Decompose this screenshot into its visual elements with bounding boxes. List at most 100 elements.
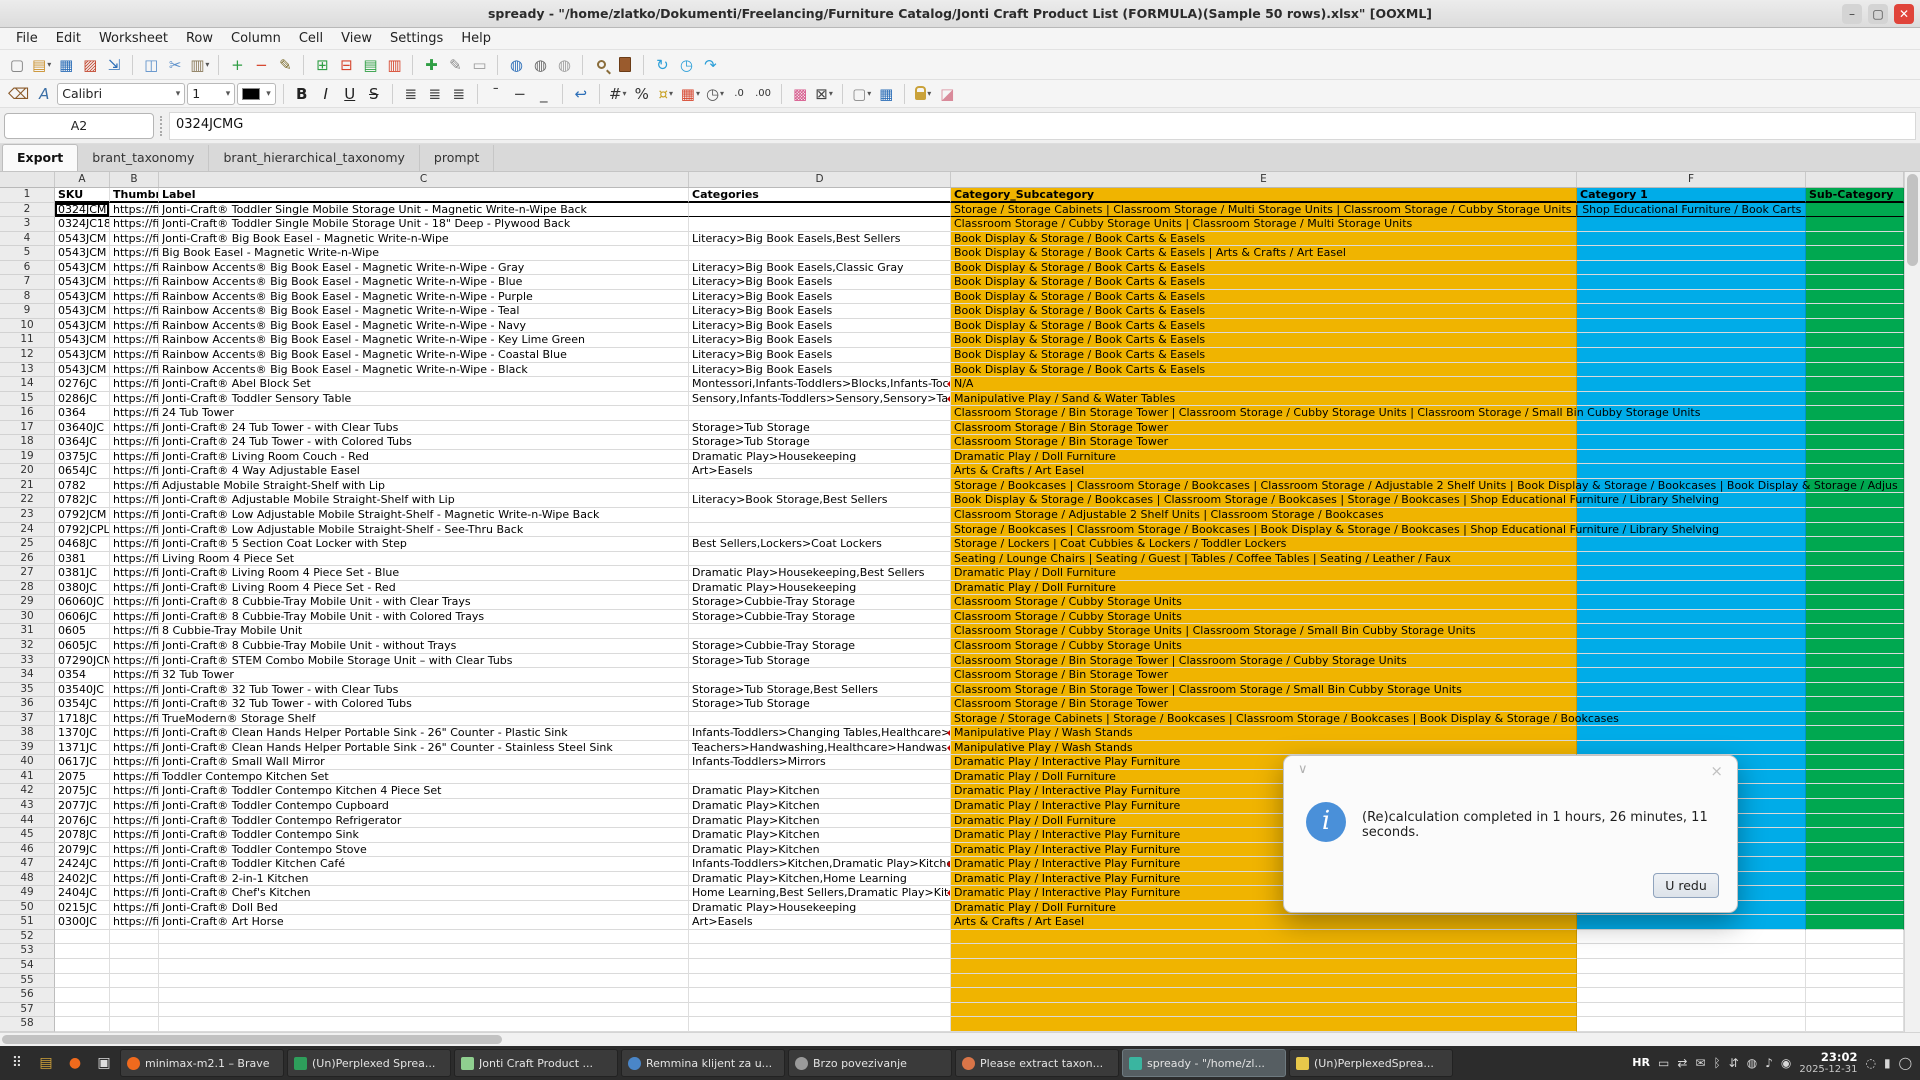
- grid-cell[interactable]: Rainbow Accents® Big Book Easel - Magnet…: [159, 333, 689, 348]
- grid-cell[interactable]: 0654JC: [55, 464, 110, 479]
- wrap-text-icon[interactable]: ↩: [570, 83, 592, 105]
- grid-cell[interactable]: Jonti-Craft® 8 Cubbie-Tray Mobile Unit -…: [159, 595, 689, 610]
- screenshot-icon[interactable]: ◉: [1781, 1056, 1791, 1070]
- grid-cell[interactable]: https://fil: [110, 901, 159, 916]
- grid-cell[interactable]: Rainbow Accents® Big Book Easel - Magnet…: [159, 319, 689, 334]
- grid-cell[interactable]: [1577, 217, 1806, 232]
- exit-icon[interactable]: [614, 54, 636, 76]
- grid-cell[interactable]: [1806, 1017, 1904, 1032]
- app-menu-icon[interactable]: ⠿: [4, 1050, 30, 1076]
- grid-cell[interactable]: Jonti-Craft® Abel Block Set: [159, 377, 689, 392]
- taskbar-window-spreadsheet-window-1[interactable]: (Un)Perplexed Sprea...: [287, 1049, 451, 1077]
- grid-cell[interactable]: [1806, 333, 1904, 348]
- remove-hyperlink-icon[interactable]: ◍: [553, 54, 575, 76]
- grid-cell[interactable]: Jonti-Craft® Art Horse: [159, 915, 689, 930]
- grid-cell[interactable]: [1806, 348, 1904, 363]
- grid-cell[interactable]: Jonti-Craft® Clean Hands Helper Portable…: [159, 726, 689, 741]
- grid-cell[interactable]: 0300JC: [55, 915, 110, 930]
- grid-cell[interactable]: https://fil: [110, 275, 159, 290]
- row-header[interactable]: 20: [0, 464, 55, 479]
- grid-cell[interactable]: [1577, 348, 1806, 363]
- grid-cell[interactable]: Jonti-Craft® 8 Cubbie-Tray Mobile Unit -…: [159, 639, 689, 654]
- grid-cell[interactable]: Jonti-Craft® Big Book Easel - Magnetic W…: [159, 232, 689, 247]
- grid-cell[interactable]: Dramatic Play / Doll Furniture: [951, 450, 1577, 465]
- grid-cell[interactable]: [1577, 959, 1806, 974]
- dialog-close-icon[interactable]: ×: [1710, 762, 1723, 780]
- grid-cell[interactable]: 0375JC: [55, 450, 110, 465]
- grid-cell[interactable]: [1577, 232, 1806, 247]
- grid-cell[interactable]: [1806, 959, 1904, 974]
- grid-cell[interactable]: [1806, 639, 1904, 654]
- grid-cell[interactable]: Jonti-Craft® Toddler Single Mobile Stora…: [159, 203, 689, 218]
- row-header[interactable]: 29: [0, 595, 55, 610]
- grid-cell[interactable]: 1718JC: [55, 712, 110, 727]
- add-comment-icon[interactable]: ✚: [420, 54, 442, 76]
- grid-cell[interactable]: [1577, 508, 1806, 523]
- italic-icon[interactable]: I: [315, 83, 337, 105]
- grid-cell[interactable]: [1806, 610, 1904, 625]
- row-header[interactable]: 13: [0, 363, 55, 378]
- recalculate-icon[interactable]: ◷: [675, 54, 697, 76]
- grid-cell[interactable]: https://fil: [110, 886, 159, 901]
- grid-cell[interactable]: Sensory,Infants-Toddlers>Sensory,Sensory…: [689, 392, 951, 407]
- grid-cell[interactable]: [1806, 246, 1904, 261]
- grid-cell[interactable]: Book Display & Storage / Bookcases | Cla…: [951, 493, 1577, 508]
- grid-cell[interactable]: [1806, 493, 1904, 508]
- row-header[interactable]: 9: [0, 304, 55, 319]
- row-header[interactable]: 33: [0, 654, 55, 669]
- grid-cell[interactable]: Rainbow Accents® Big Book Easel - Magnet…: [159, 275, 689, 290]
- grid-cell[interactable]: [951, 988, 1577, 1003]
- grid-cell[interactable]: Storage>Tub Storage: [689, 697, 951, 712]
- grid-cell[interactable]: [1806, 1003, 1904, 1018]
- keyboard-layout-indicator[interactable]: HR: [1632, 1056, 1650, 1069]
- grid-cell[interactable]: [1806, 566, 1904, 581]
- grid-cell[interactable]: [110, 974, 159, 989]
- cut-icon[interactable]: ✂: [164, 54, 186, 76]
- grid-cell[interactable]: https://fil: [110, 624, 159, 639]
- grid-cell[interactable]: [689, 406, 951, 421]
- battery-icon[interactable]: ▮: [1884, 1056, 1891, 1070]
- sheet-tab-brant_taxonomy[interactable]: brant_taxonomy: [78, 145, 209, 171]
- grid-cell[interactable]: https://fil: [110, 828, 159, 843]
- grid-cell[interactable]: 0215JC: [55, 901, 110, 916]
- grid-cell[interactable]: [1806, 435, 1904, 450]
- grid-cell[interactable]: [1577, 988, 1806, 1003]
- strikethrough-icon[interactable]: S: [363, 83, 385, 105]
- grid-cell[interactable]: Storage>Tub Storage: [689, 654, 951, 669]
- row-header[interactable]: 55: [0, 974, 55, 989]
- grid-cell[interactable]: Jonti-Craft® Chef's Kitchen: [159, 886, 689, 901]
- grid-cell[interactable]: Arts & Crafts / Art Easel: [951, 915, 1577, 930]
- row-header[interactable]: 40: [0, 755, 55, 770]
- delete-worksheet-icon[interactable]: ⊟: [335, 54, 357, 76]
- grid-cell[interactable]: Storage / Lockers | Coat Cubbies & Locke…: [951, 537, 1577, 552]
- grid-cell[interactable]: 2404JC: [55, 886, 110, 901]
- grid-cell[interactable]: [1577, 1017, 1806, 1032]
- grid-cell[interactable]: Dramatic Play>Kitchen,Home Learning: [689, 872, 951, 887]
- insert-sheet-tab-icon[interactable]: ▤: [359, 54, 381, 76]
- grid-cell[interactable]: [1577, 915, 1806, 930]
- grid-cell[interactable]: Book Display & Storage / Book Carts & Ea…: [951, 319, 1577, 334]
- grid-cell[interactable]: Classroom Storage / Adjustable 2 Shelf U…: [951, 508, 1577, 523]
- grid-cell[interactable]: [1577, 421, 1806, 436]
- grid-cell[interactable]: Jonti-Craft® 4 Way Adjustable Easel: [159, 464, 689, 479]
- grid-cell[interactable]: 0324JCMG: [55, 203, 110, 218]
- grid-cell[interactable]: 0606JC: [55, 610, 110, 625]
- grid-cell[interactable]: [1577, 246, 1806, 261]
- taskbar-window-brave-window[interactable]: minimax-m2.1 – Brave: [120, 1049, 284, 1077]
- align-left-icon[interactable]: ≣: [400, 83, 422, 105]
- font-style-icon[interactable]: A: [33, 83, 55, 105]
- grid-cell[interactable]: Literacy>Big Book Easels: [689, 290, 951, 305]
- grid-cell[interactable]: [1806, 537, 1904, 552]
- grid-cell[interactable]: Dramatic Play>Housekeeping: [689, 581, 951, 596]
- row-header[interactable]: 50: [0, 901, 55, 916]
- row-header[interactable]: 57: [0, 1003, 55, 1018]
- grid-cell[interactable]: 0543JCM: [55, 333, 110, 348]
- row-header[interactable]: 45: [0, 828, 55, 843]
- grid-cell[interactable]: Classroom Storage / Bin Storage Tower | …: [951, 654, 1577, 669]
- grid-cell[interactable]: https://fil: [110, 915, 159, 930]
- grid-cell[interactable]: Book Display & Storage / Book Carts & Ea…: [951, 290, 1577, 305]
- grid-cell[interactable]: [1577, 261, 1806, 276]
- grid-cell[interactable]: Dramatic Play>Housekeeping: [689, 901, 951, 916]
- grid-cell[interactable]: [1806, 726, 1904, 741]
- grid-cell[interactable]: Storage>Cubbie-Tray Storage: [689, 639, 951, 654]
